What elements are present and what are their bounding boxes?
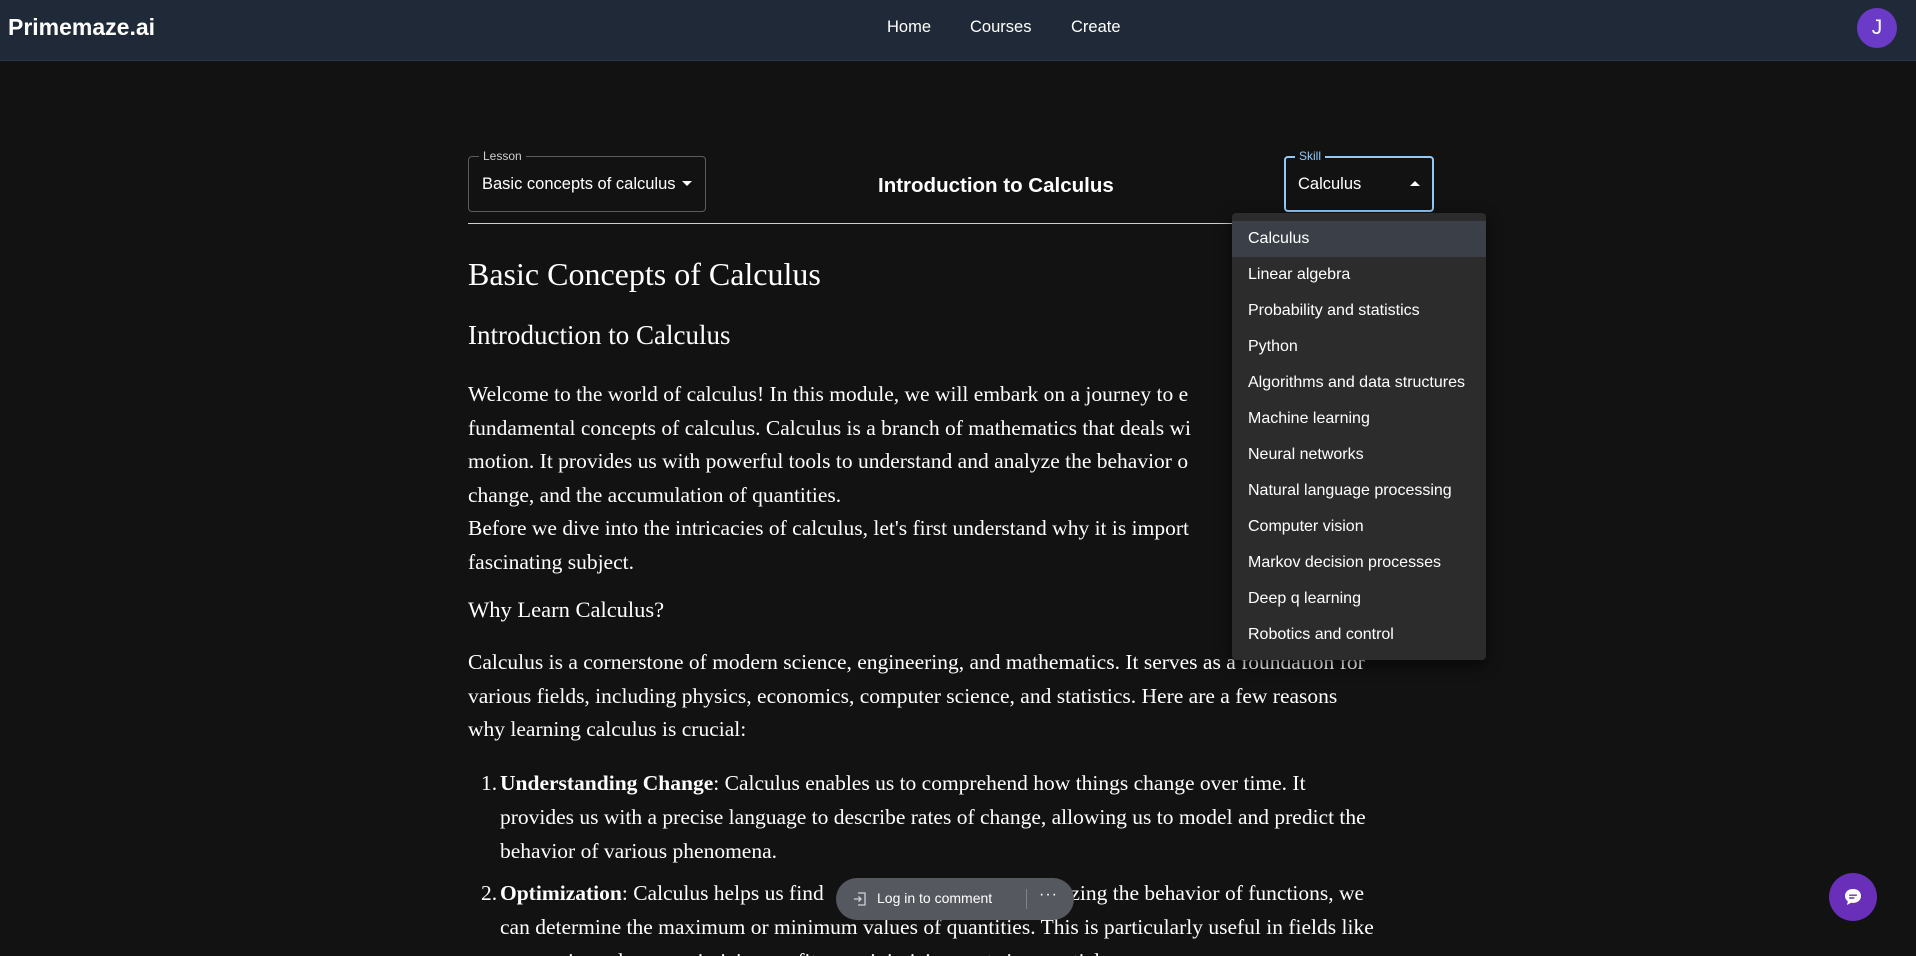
list-number: 1. <box>481 771 498 795</box>
login-to-comment-button[interactable]: Log in to comment <box>877 890 992 906</box>
nav-create[interactable]: Create <box>1071 18 1121 37</box>
lesson-title: Introduction to Calculus <box>878 174 1114 197</box>
list-item: 1. Understanding Change: Calculus enable… <box>468 766 1428 868</box>
menu-item-markov[interactable]: Markov decision processes <box>1232 545 1486 581</box>
lesson-select-label: Lesson <box>479 149 526 163</box>
reasons-list: 1. Understanding Change: Calculus enable… <box>468 766 1428 956</box>
list-term: Optimization <box>500 881 622 905</box>
section-heading: Why Learn Calculus? <box>468 597 665 622</box>
text-line: economics, where maximizing profits or m… <box>500 944 1428 956</box>
menu-item-neural-networks[interactable]: Neural networks <box>1232 437 1486 473</box>
comment-bar: Log in to comment ··· <box>836 878 1074 920</box>
chevron-up-icon <box>1410 181 1420 186</box>
lesson-select[interactable]: Lesson Basic concepts of calculus <box>468 149 706 212</box>
list-term: Understanding Change <box>500 771 714 795</box>
menu-item-probability-statistics[interactable]: Probability and statistics <box>1232 293 1486 329</box>
menu-item-deep-q[interactable]: Deep q learning <box>1232 581 1486 617</box>
content-subheading: Introduction to Calculus <box>468 320 731 350</box>
text-line: behavior of various phenomena. <box>500 839 778 863</box>
lesson-select-value: Basic concepts of calculus <box>482 175 676 193</box>
text-line: various fields, including physics, econo… <box>468 683 1338 708</box>
top-navbar: Primemaze.ai Home Courses Create J <box>0 0 1916 61</box>
menu-item-nlp[interactable]: Natural language processing <box>1232 473 1486 509</box>
brand-logo[interactable]: Primemaze.ai <box>8 14 155 41</box>
nav-home[interactable]: Home <box>887 18 931 37</box>
menu-item-computer-vision[interactable]: Computer vision <box>1232 509 1486 545</box>
skill-select-label: Skill <box>1295 149 1326 163</box>
menu-item-linear-algebra[interactable]: Linear algebra <box>1232 257 1486 293</box>
content-heading: Basic Concepts of Calculus <box>468 256 821 292</box>
menu-item-algorithms[interactable]: Algorithms and data structures <box>1232 365 1486 401</box>
menu-item-machine-learning[interactable]: Machine learning <box>1232 401 1486 437</box>
skill-select[interactable]: Skill Calculus <box>1284 149 1434 212</box>
text-line: why learning calculus is crucial: <box>468 717 747 741</box>
text-line: provides us with a precise language to d… <box>500 805 1366 829</box>
text-line: : Calculus enables us to comprehend how … <box>713 771 1306 795</box>
skill-dropdown-menu: Calculus Linear algebra Probability and … <box>1232 213 1486 660</box>
more-options-icon[interactable]: ··· <box>1039 886 1058 904</box>
user-avatar[interactable]: J <box>1857 8 1897 48</box>
menu-item-python[interactable]: Python <box>1232 329 1486 365</box>
chat-bubble-icon <box>1845 889 1861 905</box>
menu-item-robotics[interactable]: Robotics and control <box>1232 617 1486 653</box>
nav-courses[interactable]: Courses <box>970 18 1031 37</box>
skill-select-value: Calculus <box>1298 175 1362 193</box>
menu-item-calculus[interactable]: Calculus <box>1232 221 1486 257</box>
list-number: 2. <box>481 881 498 905</box>
chevron-down-icon <box>682 181 692 186</box>
comment-bar-divider <box>1026 889 1027 909</box>
login-icon <box>854 892 866 906</box>
reasons-paragraph: Calculus is a cornerstone of modern scie… <box>468 646 1428 747</box>
chat-button[interactable] <box>1829 873 1877 921</box>
